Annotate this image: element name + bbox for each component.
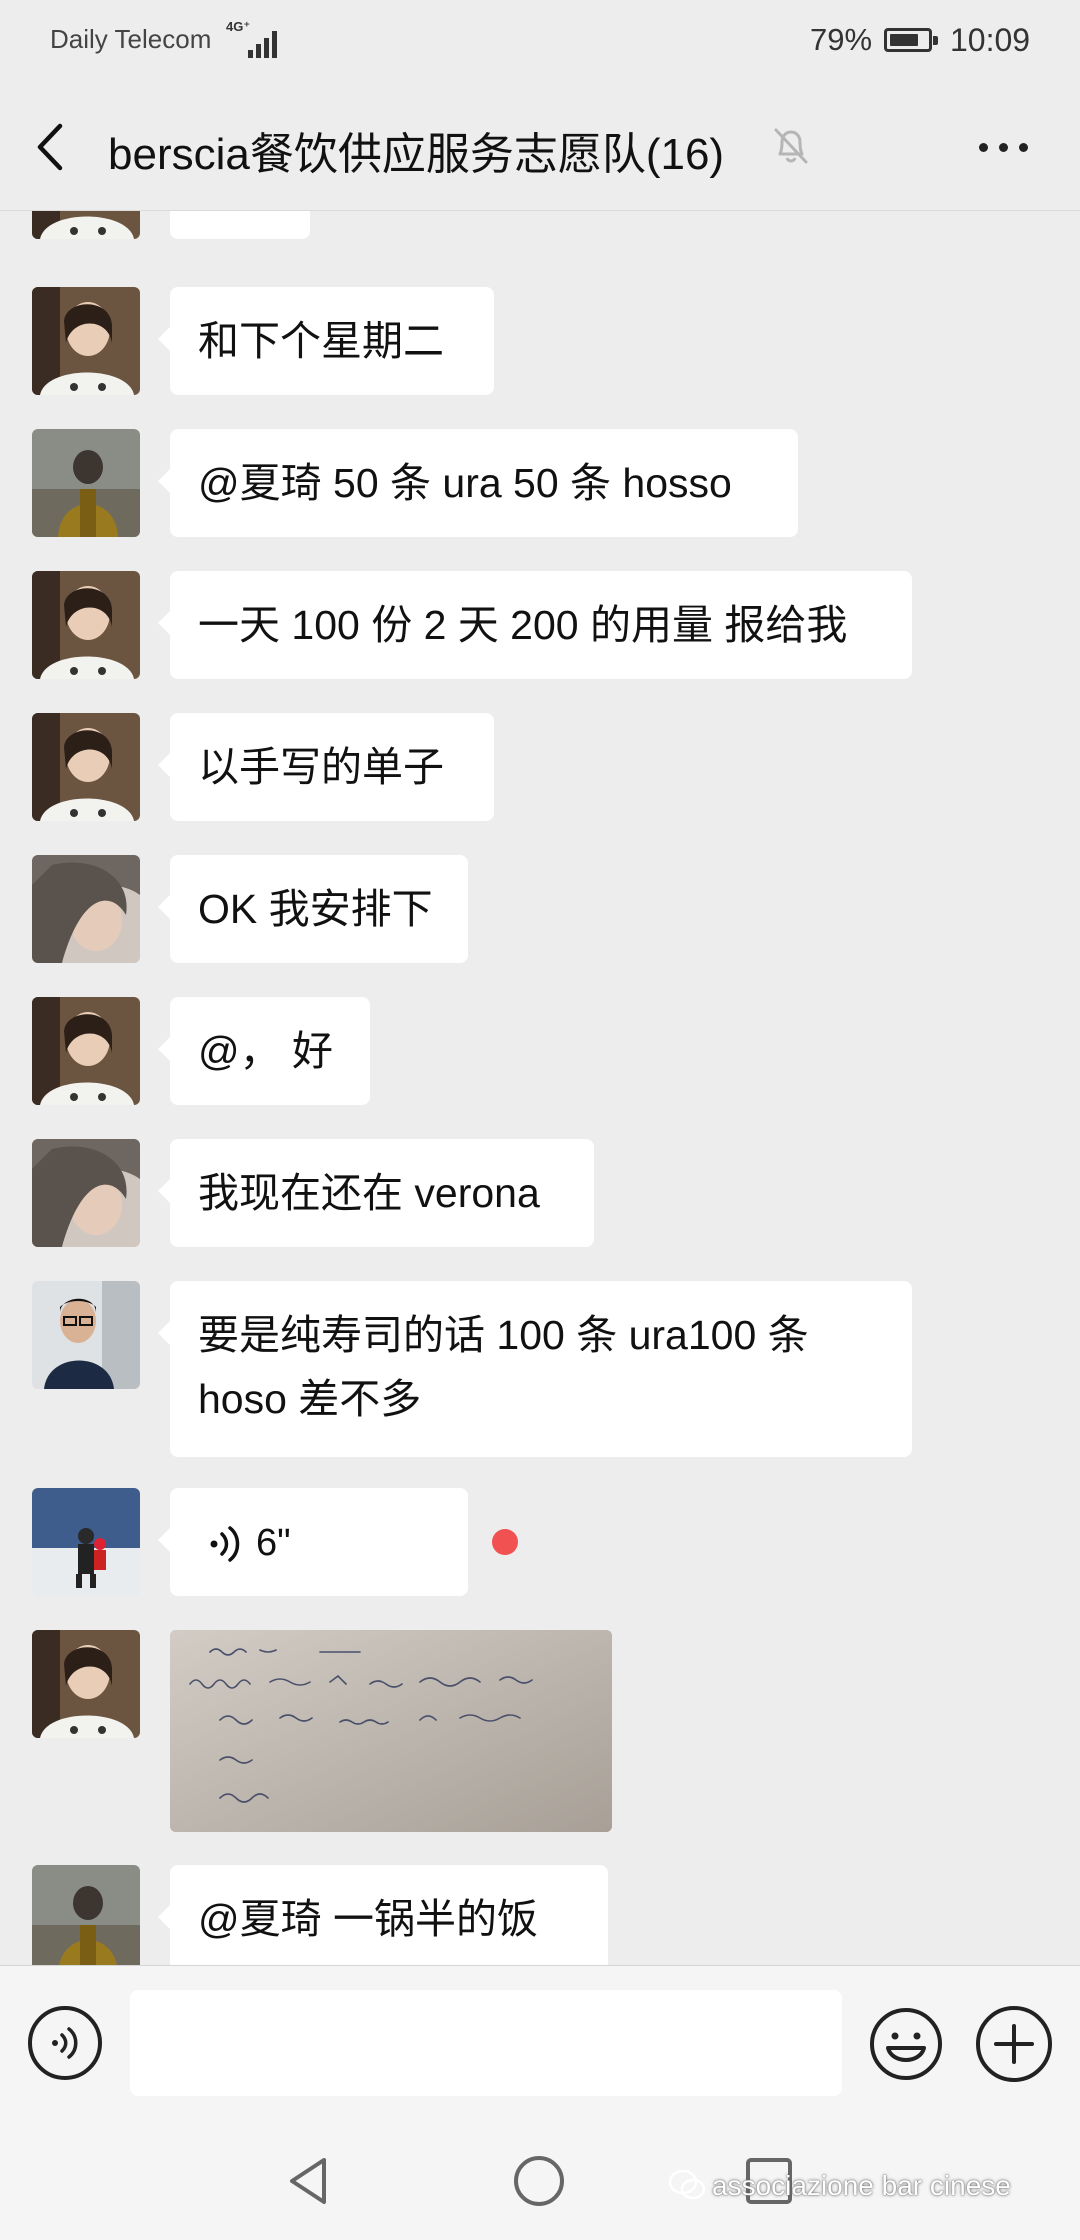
avatar[interactable]: [32, 997, 140, 1105]
message-input[interactable]: [130, 1990, 842, 2096]
message-bubble[interactable]: @夏琦 一锅半的饭: [158, 1865, 608, 1965]
message-text: 以手写的单子: [198, 744, 444, 790]
more-dots-icon[interactable]: [975, 126, 1035, 166]
avatar[interactable]: [32, 1630, 140, 1738]
message-bubble[interactable]: @， 好: [158, 997, 370, 1105]
message-text: 一天 100 份 2 天 200 的用量 报给我: [198, 602, 848, 648]
battery-percent: 79%: [810, 22, 873, 57]
avatar[interactable]: [32, 1488, 140, 1596]
chat-title: berscia餐饮供应服务志愿队(16): [108, 130, 725, 179]
watermark-text: associazione bar cinese: [712, 2170, 1011, 2201]
avatar[interactable]: [32, 571, 140, 679]
clock: 10:09: [950, 22, 1031, 58]
avatar[interactable]: [32, 713, 140, 821]
input-bar: [0, 1965, 1080, 2121]
message-list[interactable]: 明天 和下个星期二 @夏琦 50 条 ura 50 条 hosso 一天 100…: [0, 211, 1080, 1965]
status-bar: Daily Telecom 4G⁺ 79% 10:09: [0, 0, 1080, 80]
image-message-handwritten-list[interactable]: [170, 1630, 612, 1832]
voice-duration: 6": [256, 1522, 291, 1564]
message-bubble[interactable]: 我现在还在 verona: [158, 1139, 594, 1247]
message-text: 和下个星期二: [198, 318, 444, 364]
avatar[interactable]: [32, 211, 140, 239]
battery-icon: [884, 28, 938, 52]
network-type: 4G⁺: [226, 19, 251, 34]
message-bubble[interactable]: @夏琦 50 条 ura 50 条 hosso: [158, 429, 798, 537]
avatar[interactable]: [32, 855, 140, 963]
signal-icon: 4G⁺: [226, 20, 282, 60]
emoji-icon[interactable]: [868, 2006, 944, 2082]
message-text: 我现在还在 verona: [198, 1170, 540, 1216]
chat-header: berscia餐饮供应服务志愿队(16): [0, 80, 1080, 211]
message-text: OK 我安排下: [198, 886, 433, 932]
unread-dot: [492, 1529, 518, 1555]
voice-message-bubble[interactable]: 6": [158, 1488, 468, 1596]
back-arrow-icon[interactable]: [32, 122, 72, 172]
message-bubble[interactable]: 以手写的单子: [158, 713, 494, 821]
bell-muted-icon: [770, 124, 812, 168]
avatar[interactable]: [32, 1281, 140, 1389]
avatar[interactable]: [32, 429, 140, 537]
voice-wave-icon: [210, 1526, 240, 1562]
system-nav-bar: associazione bar cinese: [0, 2120, 1080, 2240]
message-text: 要是纯寿司的话 100 条 ura100 条 hoso 差不多: [198, 1312, 809, 1422]
message-bubble[interactable]: OK 我安排下: [158, 855, 468, 963]
carrier-name: Daily Telecom: [50, 24, 212, 54]
message-bubble[interactable]: 明天: [170, 211, 310, 239]
voice-toggle-icon[interactable]: [28, 2006, 102, 2080]
avatar[interactable]: [32, 1865, 140, 1965]
plus-icon[interactable]: [976, 2006, 1052, 2082]
message-bubble[interactable]: 和下个星期二: [158, 287, 494, 395]
wechat-logo-icon: [668, 2169, 706, 2200]
message-text: @， 好: [198, 1028, 334, 1074]
nav-back-icon[interactable]: [282, 2154, 336, 2208]
message-text: @夏琦 一锅半的饭: [198, 1896, 539, 1942]
avatar[interactable]: [32, 287, 140, 395]
message-bubble[interactable]: 一天 100 份 2 天 200 的用量 报给我: [158, 571, 912, 679]
message-text: @夏琦 50 条 ura 50 条 hosso: [198, 460, 732, 506]
message-bubble[interactable]: 要是纯寿司的话 100 条 ura100 条 hoso 差不多: [158, 1281, 912, 1457]
avatar[interactable]: [32, 1139, 140, 1247]
nav-home-icon[interactable]: [512, 2154, 566, 2208]
watermark: associazione bar cinese: [668, 2169, 1011, 2202]
